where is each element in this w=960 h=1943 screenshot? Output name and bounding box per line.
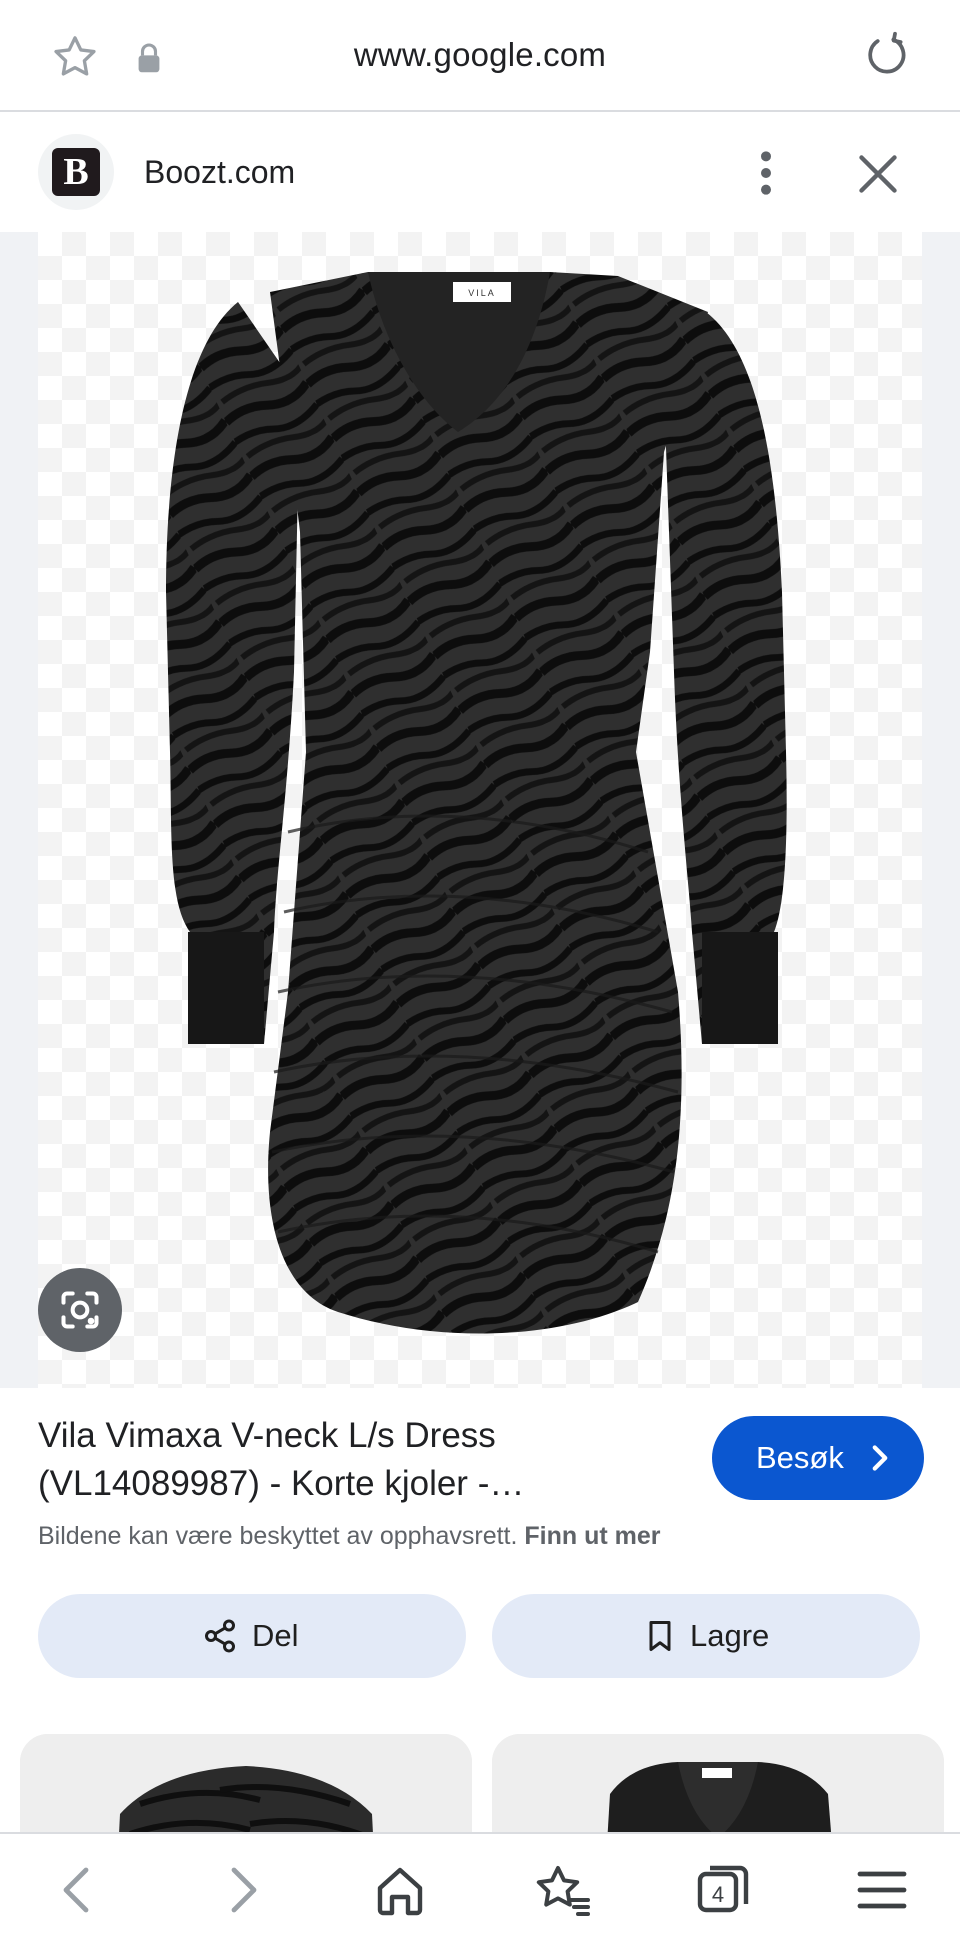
tabs-button[interactable]: 4 — [692, 1862, 752, 1918]
reload-icon[interactable] — [860, 30, 910, 80]
bookmark-icon — [649, 1621, 671, 1651]
bookmarks-star-icon — [536, 1866, 590, 1916]
home-icon — [377, 1867, 423, 1916]
tab-count: 4 — [712, 1882, 724, 1907]
share-label: Del — [252, 1618, 299, 1653]
forward-button[interactable] — [212, 1862, 272, 1918]
browser-url-bar: www.google.com — [0, 0, 960, 112]
google-lens-button[interactable] — [38, 1268, 122, 1352]
result-title[interactable]: Vila Vimaxa V-neck L/s Dress (VL14089987… — [38, 1412, 678, 1508]
back-button[interactable] — [48, 1862, 108, 1918]
back-arrow-icon — [63, 1867, 89, 1913]
copyright-text: Bildene kan være beskyttet av opphavsret… — [38, 1522, 518, 1550]
share-icon — [205, 1619, 235, 1653]
home-button[interactable] — [370, 1862, 430, 1918]
copyright-notice: Bildene kan være beskyttet av opphavsret… — [38, 1522, 661, 1551]
visit-button-label: Besøk — [756, 1440, 844, 1475]
product-image-area: VILA — [0, 232, 960, 1388]
visit-button[interactable]: Besøk — [712, 1416, 924, 1500]
url-text[interactable]: www.google.com — [0, 36, 960, 74]
more-options-icon[interactable] — [750, 148, 782, 198]
boozt-logo: B — [52, 148, 100, 196]
learn-more-link[interactable]: Finn ut mer — [524, 1522, 660, 1550]
save-label: Lagre — [690, 1618, 770, 1653]
result-title-line-1: Vila Vimaxa V-neck L/s Dress — [38, 1416, 496, 1455]
chevron-right-icon — [872, 1445, 888, 1471]
forward-arrow-icon — [231, 1867, 257, 1913]
close-icon[interactable] — [856, 152, 900, 196]
menu-icon — [857, 1871, 907, 1909]
dress-body — [268, 272, 708, 1334]
source-name[interactable]: Boozt.com — [144, 154, 295, 191]
source-logo[interactable]: B — [38, 134, 114, 210]
tabs-icon: 4 — [697, 1865, 749, 1913]
brand-label: VILA — [468, 288, 496, 298]
source-header: B Boozt.com — [0, 114, 960, 232]
product-image[interactable]: VILA — [38, 232, 922, 1388]
bookmarks-button[interactable] — [532, 1862, 592, 1918]
browser-bottom-bar: 4 — [0, 1832, 960, 1943]
result-title-line-2: (VL14089987) - Korte kjoler -… — [38, 1464, 525, 1503]
save-button[interactable]: Lagre — [492, 1594, 920, 1678]
menu-button[interactable] — [852, 1862, 912, 1918]
lens-icon — [61, 1291, 99, 1329]
share-button[interactable]: Del — [38, 1594, 466, 1678]
